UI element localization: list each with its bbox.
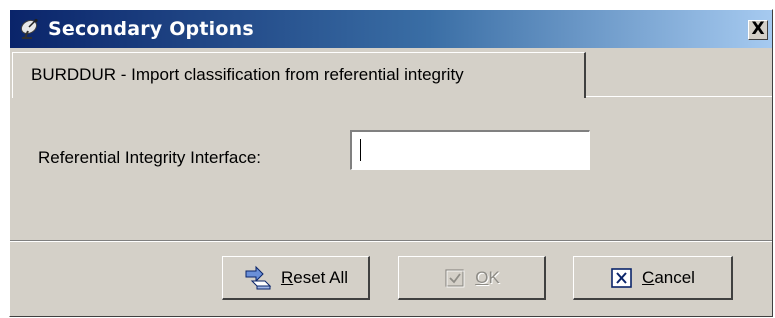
ok-mnemonic: O [475, 267, 489, 287]
reset-eraser-icon [245, 265, 272, 289]
window-title: Secondary Options [48, 18, 254, 40]
referential-integrity-interface-label: Referential Integrity Interface: [38, 148, 262, 167]
separator-highlight [10, 241, 772, 242]
title-bar[interactable]: Secondary Options X [10, 10, 772, 48]
text-caret [360, 139, 361, 161]
close-icon: X [751, 19, 765, 39]
secondary-options-dialog: Secondary Options X BURDDUR - Import cla… [9, 9, 773, 317]
cancel-mnemonic: C [642, 267, 655, 287]
ok-button[interactable]: OK [398, 256, 546, 300]
checkmark-icon [445, 268, 465, 287]
reset-mnemonic: R [280, 267, 294, 287]
close-button[interactable]: X [748, 20, 768, 40]
cancel-button[interactable]: Cancel [573, 256, 733, 300]
ok-label-rest: K [488, 267, 500, 287]
tab-label: BURDDUR - Import classification from ref… [31, 65, 464, 84]
reset-label-rest: eset All [293, 267, 349, 287]
tab-import-classification[interactable]: BURDDUR - Import classification from ref… [12, 52, 586, 98]
reset-all-button[interactable]: Reset All [222, 256, 370, 300]
x-box-icon [611, 267, 632, 288]
satellite-dish-icon [20, 18, 38, 39]
cancel-label-rest: ancel [654, 267, 695, 287]
referential-integrity-interface-input[interactable] [350, 130, 590, 170]
